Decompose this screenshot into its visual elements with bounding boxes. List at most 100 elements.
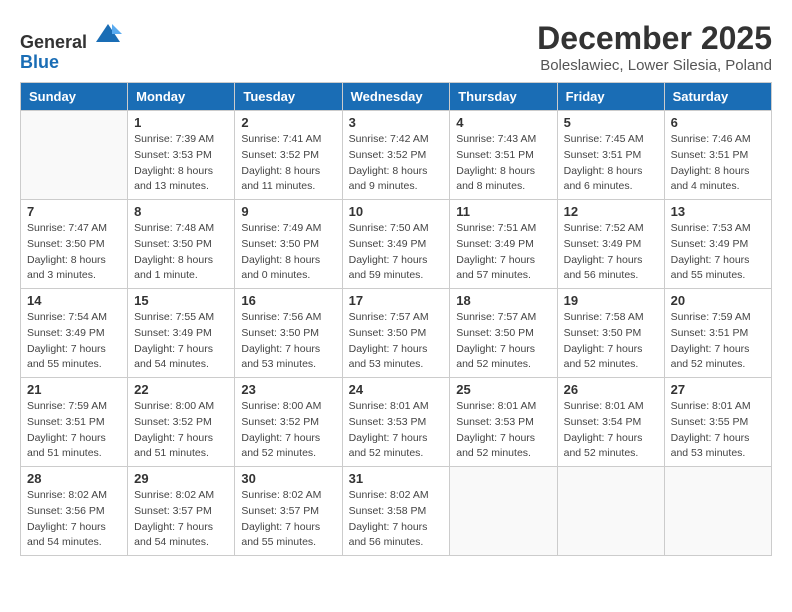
day-info: Sunrise: 7:45 AM Sunset: 3:51 PM Dayligh… [564,132,658,195]
calendar-cell: 11 Sunrise: 7:51 AM Sunset: 3:49 PM Dayli… [450,200,557,289]
day-number: 22 [134,382,228,397]
day-info: Sunrise: 7:50 AM Sunset: 3:49 PM Dayligh… [349,221,444,284]
day-info: Sunrise: 7:53 AM Sunset: 3:49 PM Dayligh… [671,221,765,284]
day-number: 20 [671,293,765,308]
calendar-cell [664,467,771,556]
day-number: 11 [456,204,550,219]
calendar-cell: 8 Sunrise: 7:48 AM Sunset: 3:50 PM Daylig… [128,200,235,289]
day-number: 5 [564,115,658,130]
day-info: Sunrise: 7:43 AM Sunset: 3:51 PM Dayligh… [456,132,550,195]
calendar-cell [557,467,664,556]
day-info: Sunrise: 8:02 AM Sunset: 3:57 PM Dayligh… [241,488,335,551]
calendar-cell: 17Sunrise: 7:57 AM Sunset: 3:50 PM Dayli… [342,289,450,378]
calendar-cell: 24Sunrise: 8:01 AM Sunset: 3:53 PM Dayli… [342,378,450,467]
day-info: Sunrise: 8:02 AM Sunset: 3:57 PM Dayligh… [134,488,228,551]
day-info: Sunrise: 7:59 AM Sunset: 3:51 PM Dayligh… [27,399,121,462]
day-number: 21 [27,382,121,397]
day-number: 3 [349,115,444,130]
day-info: Sunrise: 7:56 AM Sunset: 3:50 PM Dayligh… [241,310,335,373]
day-info: Sunrise: 8:01 AM Sunset: 3:54 PM Dayligh… [564,399,658,462]
day-number: 29 [134,471,228,486]
calendar-table: SundayMondayTuesdayWednesdayThursdayFrid… [20,82,772,556]
calendar-cell: 30 Sunrise: 8:02 AM Sunset: 3:57 PM Dayli… [235,467,342,556]
day-number: 1 [134,115,228,130]
calendar-header-thursday: Thursday [450,83,557,111]
day-number: 10 [349,204,444,219]
day-info: Sunrise: 7:47 AM Sunset: 3:50 PM Dayligh… [27,221,121,284]
logo-text: General Blue [20,20,122,73]
calendar-cell: 6 Sunrise: 7:46 AM Sunset: 3:51 PM Daylig… [664,111,771,200]
day-number: 18 [456,293,550,308]
day-info: Sunrise: 8:01 AM Sunset: 3:53 PM Dayligh… [349,399,444,462]
calendar-header-monday: Monday [128,83,235,111]
calendar-body: 1Sunrise: 7:39 AM Sunset: 3:53 PM Daylig… [21,111,772,556]
calendar-cell [450,467,557,556]
day-info: Sunrise: 7:48 AM Sunset: 3:50 PM Dayligh… [134,221,228,284]
calendar-cell: 10 Sunrise: 7:50 AM Sunset: 3:49 PM Dayli… [342,200,450,289]
calendar-cell: 25 Sunrise: 8:01 AM Sunset: 3:53 PM Dayli… [450,378,557,467]
calendar-cell: 7 Sunrise: 7:47 AM Sunset: 3:50 PM Daylig… [21,200,128,289]
calendar-header-tuesday: Tuesday [235,83,342,111]
day-info: Sunrise: 7:46 AM Sunset: 3:51 PM Dayligh… [671,132,765,195]
day-info: Sunrise: 7:51 AM Sunset: 3:49 PM Dayligh… [456,221,550,284]
calendar-cell: 14 Sunrise: 7:54 AM Sunset: 3:49 PM Dayli… [21,289,128,378]
calendar-week-4: 21 Sunrise: 7:59 AM Sunset: 3:51 PM Dayli… [21,378,772,467]
calendar-cell: 19 Sunrise: 7:58 AM Sunset: 3:50 PM Dayli… [557,289,664,378]
calendar-cell: 9Sunrise: 7:49 AM Sunset: 3:50 PM Daylig… [235,200,342,289]
day-info: Sunrise: 8:01 AM Sunset: 3:53 PM Dayligh… [456,399,550,462]
day-number: 12 [564,204,658,219]
day-info: Sunrise: 7:59 AM Sunset: 3:51 PM Dayligh… [671,310,765,373]
month-title: December 2025 [537,20,772,57]
day-info: Sunrise: 8:02 AM Sunset: 3:58 PM Dayligh… [349,488,444,551]
calendar-week-3: 14 Sunrise: 7:54 AM Sunset: 3:49 PM Dayli… [21,289,772,378]
calendar-header-wednesday: Wednesday [342,83,450,111]
day-number: 4 [456,115,550,130]
day-number: 9 [241,204,335,219]
calendar-cell: 26Sunrise: 8:01 AM Sunset: 3:54 PM Dayli… [557,378,664,467]
day-number: 28 [27,471,121,486]
day-info: Sunrise: 8:01 AM Sunset: 3:55 PM Dayligh… [671,399,765,462]
calendar-cell: 4 Sunrise: 7:43 AM Sunset: 3:51 PM Daylig… [450,111,557,200]
calendar-cell: 13Sunrise: 7:53 AM Sunset: 3:49 PM Dayli… [664,200,771,289]
logo: General Blue [20,20,122,73]
day-info: Sunrise: 7:57 AM Sunset: 3:50 PM Dayligh… [456,310,550,373]
calendar-cell: 27Sunrise: 8:01 AM Sunset: 3:55 PM Dayli… [664,378,771,467]
day-number: 14 [27,293,121,308]
day-info: Sunrise: 8:02 AM Sunset: 3:56 PM Dayligh… [27,488,121,551]
title-area: December 2025 Boleslawiec, Lower Silesia… [537,20,772,74]
day-info: Sunrise: 7:52 AM Sunset: 3:49 PM Dayligh… [564,221,658,284]
calendar-header-saturday: Saturday [664,83,771,111]
day-number: 25 [456,382,550,397]
calendar-cell: 31Sunrise: 8:02 AM Sunset: 3:58 PM Dayli… [342,467,450,556]
day-number: 6 [671,115,765,130]
day-number: 23 [241,382,335,397]
calendar-cell: 21 Sunrise: 7:59 AM Sunset: 3:51 PM Dayli… [21,378,128,467]
calendar-week-2: 7 Sunrise: 7:47 AM Sunset: 3:50 PM Daylig… [21,200,772,289]
day-number: 17 [349,293,444,308]
day-number: 19 [564,293,658,308]
calendar-cell: 28 Sunrise: 8:02 AM Sunset: 3:56 PM Dayli… [21,467,128,556]
page-header: General Blue December 2025 Boleslawiec, … [20,20,772,74]
day-number: 8 [134,204,228,219]
logo-general: General [20,32,87,52]
calendar-header-row: SundayMondayTuesdayWednesdayThursdayFrid… [21,83,772,111]
calendar-cell: 12 Sunrise: 7:52 AM Sunset: 3:49 PM Dayli… [557,200,664,289]
day-info: Sunrise: 8:00 AM Sunset: 3:52 PM Dayligh… [134,399,228,462]
day-number: 7 [27,204,121,219]
day-info: Sunrise: 7:41 AM Sunset: 3:52 PM Dayligh… [241,132,335,195]
day-info: Sunrise: 7:54 AM Sunset: 3:49 PM Dayligh… [27,310,121,373]
day-number: 15 [134,293,228,308]
calendar-week-5: 28 Sunrise: 8:02 AM Sunset: 3:56 PM Dayli… [21,467,772,556]
day-info: Sunrise: 7:58 AM Sunset: 3:50 PM Dayligh… [564,310,658,373]
calendar-cell: 15Sunrise: 7:55 AM Sunset: 3:49 PM Dayli… [128,289,235,378]
calendar-week-1: 1Sunrise: 7:39 AM Sunset: 3:53 PM Daylig… [21,111,772,200]
calendar-cell: 16 Sunrise: 7:56 AM Sunset: 3:50 PM Dayli… [235,289,342,378]
calendar-cell: 29 Sunrise: 8:02 AM Sunset: 3:57 PM Dayli… [128,467,235,556]
calendar-cell: 23 Sunrise: 8:00 AM Sunset: 3:52 PM Dayli… [235,378,342,467]
day-number: 30 [241,471,335,486]
calendar-cell: 3Sunrise: 7:42 AM Sunset: 3:52 PM Daylig… [342,111,450,200]
day-number: 16 [241,293,335,308]
logo-icon [94,20,122,48]
logo-blue: Blue [20,52,59,72]
day-info: Sunrise: 8:00 AM Sunset: 3:52 PM Dayligh… [241,399,335,462]
